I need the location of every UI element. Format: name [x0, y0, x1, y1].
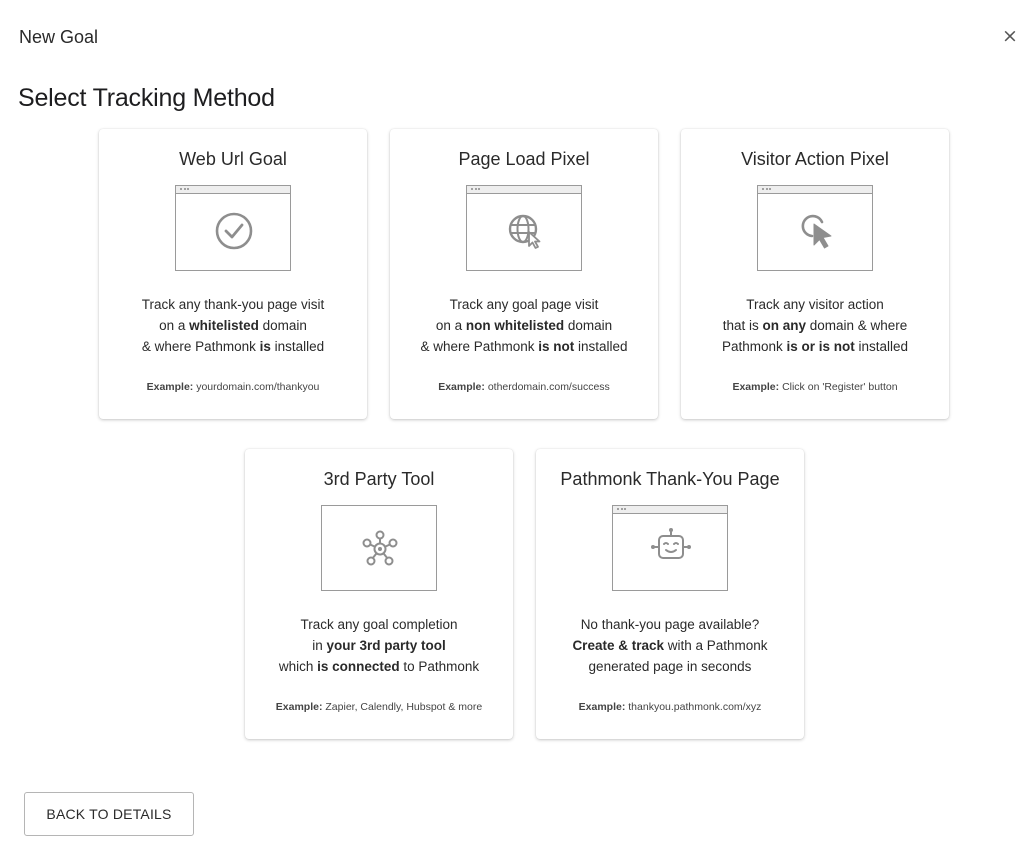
card-example: Example: yourdomain.com/thankyou — [146, 381, 320, 393]
section-title: Select Tracking Method — [18, 84, 275, 112]
description-line: generated page in seconds — [588, 659, 752, 674]
globe-cursor-icon — [508, 214, 541, 249]
integration-network-icon — [362, 530, 398, 566]
description-line: which is connected to Pathmonk — [278, 659, 480, 674]
description-line: Track any goal page visit — [449, 297, 599, 312]
card-page-load-pixel[interactable]: Page Load Pixel Track any goal page visi… — [390, 129, 658, 419]
browser-window-illustration — [757, 185, 873, 271]
card-pathmonk-thank-you-page[interactable]: Pathmonk Thank-You Page No thank-you pag… — [536, 449, 804, 739]
card-3rd-party-tool[interactable]: 3rd Party Tool Track any goal completion… — [245, 449, 513, 739]
card-visitor-action-pixel[interactable]: Visitor Action Pixel Track any visitor a… — [681, 129, 949, 419]
card-example: Example: Zapier, Calendly, Hubspot & mor… — [275, 701, 483, 713]
browser-window-illustration — [612, 505, 728, 591]
card-title: Page Load Pixel — [458, 149, 590, 169]
description-line: Track any visitor action — [746, 297, 884, 312]
card-title: Pathmonk Thank-You Page — [560, 469, 780, 489]
description-line: No thank-you page available? — [580, 617, 760, 632]
card-example: Example: otherdomain.com/success — [438, 381, 610, 393]
description-line: & where Pathmonk is not installed — [420, 339, 628, 354]
browser-window-illustration — [175, 185, 291, 271]
description-line: Create & track with a Pathmonk — [572, 638, 768, 653]
dialog-title: New Goal — [19, 27, 99, 47]
description-line: on a whitelisted domain — [159, 318, 307, 333]
card-example: Example: thankyou.pathmonk.com/xyz — [578, 701, 762, 713]
card-description: No thank-you page available? Create & tra… — [544, 614, 796, 677]
description-line: Track any goal completion — [300, 617, 458, 632]
card-title: Web Url Goal — [179, 149, 287, 169]
robot-face-icon — [651, 528, 691, 559]
check-circle-icon — [215, 212, 253, 250]
back-to-details-button[interactable]: BACK TO DETAILS — [24, 792, 194, 836]
description-line: & where Pathmonk is installed — [141, 339, 325, 354]
description-line: that is on any domain & where — [722, 318, 908, 333]
card-title: Visitor Action Pixel — [741, 149, 889, 169]
description-line: Track any thank-you page visit — [141, 297, 325, 312]
close-icon: × — [1002, 25, 1018, 47]
card-title: 3rd Party Tool — [323, 469, 435, 489]
card-description: Track any goal page visit on a non whitel… — [398, 294, 650, 357]
browser-window-illustration — [466, 185, 582, 271]
card-example: Example: Click on 'Register' button — [732, 381, 898, 393]
card-description: Track any visitor action that is on any d… — [689, 294, 941, 357]
description-line: Pathmonk is or is not installed — [721, 339, 909, 354]
card-description: Track any goal completion in your 3rd par… — [253, 614, 505, 677]
card-description: Track any thank-you page visit on a white… — [107, 294, 359, 357]
description-line: on a non whitelisted domain — [435, 318, 613, 333]
card-web-url-goal[interactable]: Web Url Goal Track any thank-you page vi… — [99, 129, 367, 419]
close-button[interactable]: × — [998, 24, 1022, 48]
integration-box-illustration — [321, 505, 437, 591]
click-cursor-icon — [801, 214, 832, 249]
description-line: in your 3rd party tool — [312, 638, 446, 653]
